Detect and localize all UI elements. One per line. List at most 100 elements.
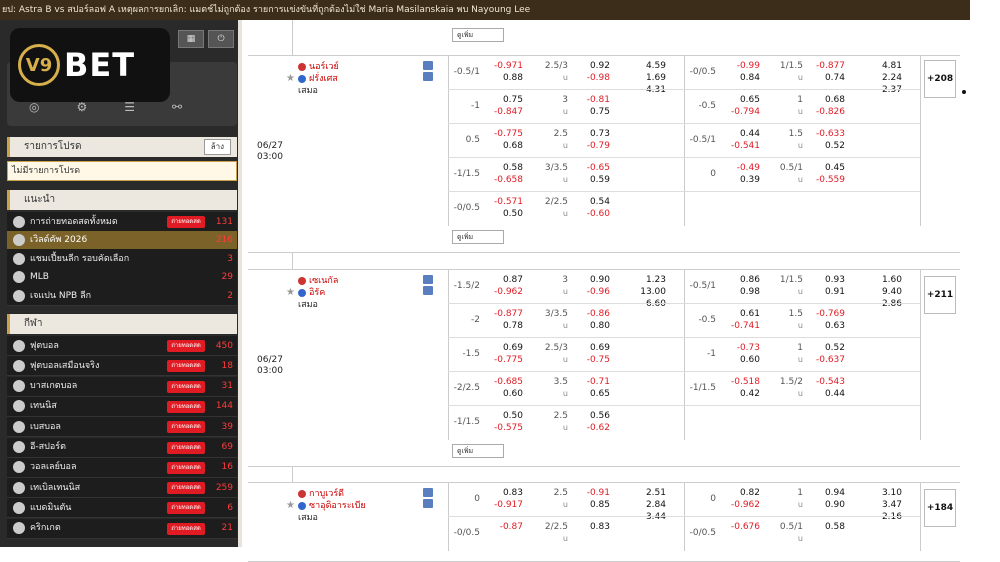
sport-item[interactable]: แบดมินตัน ถ่ายทอดสด 6 (7, 498, 237, 519)
odds-value[interactable]: -0.87 (483, 521, 523, 533)
live-badge[interactable]: ถ่ายทอดสด (167, 482, 205, 495)
odds-value[interactable]: 0.90 (568, 274, 610, 286)
odds-value[interactable]: -0.962 (483, 286, 523, 298)
sport-item[interactable]: คริกเกต ถ่ายทอดสด 21 (7, 518, 237, 539)
odds-value[interactable]: 0.80 (568, 320, 610, 332)
odds-value[interactable]: -0.847 (483, 106, 523, 118)
1x2-odds[interactable]: 2.84 (628, 499, 666, 511)
odds-value[interactable]: 0.50 (483, 410, 523, 422)
odds-value[interactable]: 0.88 (483, 72, 523, 84)
home-name[interactable]: เซเนกัล (309, 275, 338, 287)
1x2-odds[interactable]: 4.81 (860, 60, 902, 72)
odds-value[interactable]: 0.84 (718, 72, 760, 84)
odds-value[interactable]: -0.685 (483, 376, 523, 388)
1x2-odds[interactable]: 13.00 (628, 286, 666, 298)
odds-value[interactable]: 0.68 (483, 140, 523, 152)
rec-item[interactable]: แชมเปี้ยนลีก รอบคัดเลือก 3 (7, 249, 237, 269)
odds-value[interactable]: -0.741 (718, 320, 760, 332)
away-name[interactable]: อิรัค (309, 287, 325, 299)
odds-value[interactable]: 0.90 (803, 499, 845, 511)
odds-value[interactable]: 0.78 (483, 320, 523, 332)
rec-item[interactable]: การถ่ายทอดสดทั้งหมด ถ่ายทอดสด 131 (7, 212, 237, 232)
odds-value[interactable]: 0.85 (568, 499, 610, 511)
odds-value[interactable]: 0.54 (568, 196, 610, 208)
1x2-odds[interactable]: 2.37 (860, 84, 902, 96)
away-name[interactable]: ซาอุดิอาระเบีย (309, 500, 366, 512)
share-icon[interactable]: ⚯ (172, 100, 182, 114)
rec-item[interactable]: เวิลด์คัพ 2026 216 (7, 230, 237, 251)
odds-value[interactable]: -0.71 (568, 376, 610, 388)
odds-value[interactable]: 0.86 (718, 274, 760, 286)
odds-value[interactable]: 0.98 (718, 286, 760, 298)
1x2-odds[interactable]: 1.69 (628, 72, 666, 84)
odds-value[interactable]: -0.769 (803, 308, 845, 320)
list-icon[interactable]: ☰ (124, 100, 135, 114)
1x2-odds[interactable]: 4.59 (628, 60, 666, 72)
live-tv-icon[interactable] (423, 72, 433, 81)
settings-icon[interactable]: ⚙ (76, 100, 87, 114)
sport-item[interactable]: บาสเกตบอล ถ่ายทอดสด 31 (7, 376, 237, 397)
odds-value[interactable]: 0.61 (718, 308, 760, 320)
odds-value[interactable]: 0.69 (568, 342, 610, 354)
odds-value[interactable]: 0.65 (718, 94, 760, 106)
expand-button[interactable]: ดูเพิ่ม (452, 230, 504, 244)
odds-value[interactable]: 0.69 (483, 342, 523, 354)
odds-value[interactable]: 0.73 (568, 128, 610, 140)
odds-value[interactable]: 0.44 (803, 388, 845, 400)
odds-value[interactable]: 0.83 (568, 521, 610, 533)
expand-button[interactable]: ดูเพิ่ม (452, 444, 504, 458)
odds-value[interactable]: -0.794 (718, 106, 760, 118)
odds-value[interactable]: 0.92 (568, 60, 610, 72)
1x2-odds[interactable]: 9.40 (860, 286, 902, 298)
odds-value[interactable]: 0.58 (483, 162, 523, 174)
odds-value[interactable]: 0.45 (803, 162, 845, 174)
odds-value[interactable]: -0.962 (718, 499, 760, 511)
home-name[interactable]: นอร์เวย์ (309, 61, 339, 73)
sport-item[interactable]: เทเบิลเทนนิส ถ่ายทอดสด 259 (7, 478, 237, 499)
odds-value[interactable]: -0.676 (718, 521, 760, 533)
home-name[interactable]: กาบูเวร์ดี (309, 488, 344, 500)
odds-value[interactable]: -0.971 (483, 60, 523, 72)
1x2-odds[interactable]: 2.86 (860, 298, 902, 310)
more-markets-button[interactable]: +211 (924, 276, 956, 314)
odds-value[interactable]: 0.65 (568, 388, 610, 400)
odds-value[interactable]: -0.62 (568, 422, 610, 434)
odds-value[interactable]: 0.44 (718, 128, 760, 140)
1x2-odds[interactable]: 1.23 (628, 274, 666, 286)
1x2-odds[interactable]: 3.10 (860, 487, 902, 499)
stats-icon[interactable] (423, 61, 433, 70)
odds-value[interactable]: -0.99 (718, 60, 760, 72)
odds-value[interactable]: -0.775 (483, 128, 523, 140)
odds-value[interactable]: 0.74 (803, 72, 845, 84)
odds-value[interactable]: -0.73 (718, 342, 760, 354)
odds-value[interactable]: 0.75 (568, 106, 610, 118)
odds-value[interactable]: -0.658 (483, 174, 523, 186)
live-tv-icon[interactable] (423, 499, 433, 508)
odds-value[interactable]: -0.877 (483, 308, 523, 320)
history-icon[interactable]: ▦ (178, 30, 204, 48)
odds-value[interactable]: 0.68 (803, 94, 845, 106)
odds-value[interactable]: -0.826 (803, 106, 845, 118)
1x2-odds[interactable]: 3.44 (628, 511, 666, 523)
odds-value[interactable]: 0.50 (483, 208, 523, 220)
live-badge[interactable]: ถ่ายทอดสด (167, 502, 205, 515)
odds-value[interactable]: 0.52 (803, 342, 845, 354)
live-badge[interactable]: ถ่ายทอดสด (167, 216, 205, 228)
odds-value[interactable]: -0.917 (483, 499, 523, 511)
1x2-odds[interactable]: 4.31 (628, 84, 666, 96)
stats-icon[interactable] (423, 488, 433, 497)
sport-item[interactable]: วอลเลย์บอล ถ่ายทอดสด 16 (7, 457, 237, 478)
odds-value[interactable]: 0.39 (718, 174, 760, 186)
odds-value[interactable]: 0.58 (803, 521, 845, 533)
odds-value[interactable]: 0.63 (803, 320, 845, 332)
live-badge[interactable]: ถ่ายทอดสด (167, 441, 205, 454)
odds-value[interactable]: -0.81 (568, 94, 610, 106)
odds-value[interactable]: -0.86 (568, 308, 610, 320)
expand-button[interactable]: ดูเพิ่ม (452, 28, 504, 42)
odds-value[interactable]: 0.83 (483, 487, 523, 499)
odds-value[interactable]: -0.98 (568, 72, 610, 84)
favorite-star-icon[interactable]: ★ (286, 500, 295, 511)
odds-value[interactable]: 0.94 (803, 487, 845, 499)
odds-value[interactable]: -0.775 (483, 354, 523, 366)
sport-item[interactable]: อี-สปอร์ต ถ่ายทอดสด 69 (7, 437, 237, 458)
